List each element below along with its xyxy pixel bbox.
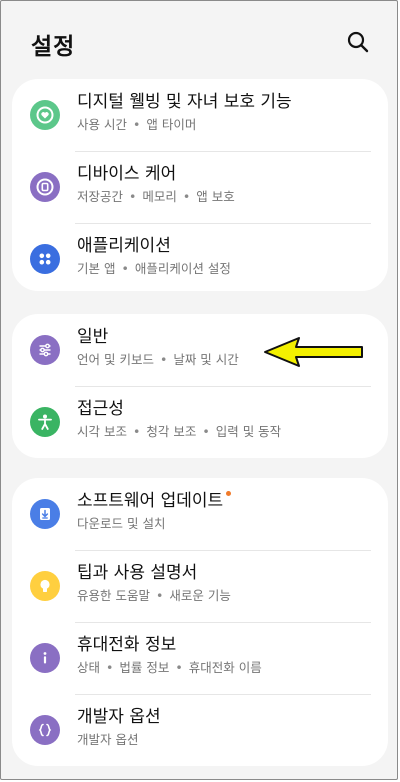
menu-item-subtitle: 메모리 xyxy=(142,189,177,204)
menu-item-phone-info[interactable]: 휴대전화 정보 상태 • 법률 정보 • 휴대전화 이름 xyxy=(12,622,388,694)
software-update-icon xyxy=(30,499,60,529)
menu-item-subtitle: 개발자 옵션 xyxy=(77,732,139,747)
menu-item-accessibility[interactable]: 접근성 시각 보조 • 청각 보조 • 입력 및 동작 xyxy=(12,386,388,458)
settings-group-3: 소프트웨어 업데이트 다운로드 및 설치 팁과 사용 설명서 유용한 도움말 • 새… xyxy=(12,478,388,766)
menu-item-subtitle: 시각 보조 xyxy=(77,424,127,439)
menu-item-device-care[interactable]: 디바이스 케어 저장공간 • 메모리 • 앱 보호 xyxy=(12,151,388,223)
menu-item-applications[interactable]: 애플리케이션 기본 앱 • 애플리케이션 설정 xyxy=(12,223,388,295)
page-title: 설정 xyxy=(31,34,76,60)
menu-item-subtitle: 상태 xyxy=(77,660,101,675)
digital-wellbeing-icon xyxy=(30,100,60,130)
tips-icon xyxy=(30,571,60,601)
menu-item-subtitle: 다운로드 및 설치 xyxy=(77,516,166,531)
menu-item-subtitle: 앱 보호 xyxy=(196,189,235,204)
menu-item-subtitle: 사용 시간 xyxy=(77,117,127,132)
general-management-icon xyxy=(30,335,60,365)
menu-item-title: 개발자 옵션 xyxy=(77,707,161,727)
accessibility-icon xyxy=(30,407,60,437)
menu-item-subtitle: 날짜 및 시간 xyxy=(173,352,239,367)
menu-item-title: 디지털 웰빙 및 자녀 보호 기능 xyxy=(77,92,292,112)
settings-group-1: 디지털 웰빙 및 자녀 보호 기능 사용 시간 • 앱 타이머 디바이스 케어 저장… xyxy=(12,79,388,291)
menu-item-title: 디바이스 케어 xyxy=(77,164,177,184)
apps-icon xyxy=(30,244,60,274)
menu-item-title: 접근성 xyxy=(77,399,124,419)
menu-item-subtitle: 새로운 기능 xyxy=(169,588,231,603)
menu-item-subtitle: 앱 타이머 xyxy=(146,117,197,132)
menu-item-developer-options[interactable]: 개발자 옵션 개발자 옵션 xyxy=(12,694,388,766)
update-badge xyxy=(226,491,232,496)
menu-item-subtitle: 애플리케이션 설정 xyxy=(134,261,231,276)
menu-item-subtitle: 청각 보조 xyxy=(146,424,197,439)
menu-item-subtitle: 저장공간 xyxy=(77,189,124,204)
settings-screen: 설정 디지털 웰빙 및 자녀 보호 기능 사용 시간 • 앱 타이머 디바이스 … xyxy=(0,0,398,780)
header: 설정 xyxy=(1,1,397,81)
pointer-arrow-annotation xyxy=(264,337,363,367)
device-care-icon xyxy=(30,172,60,202)
menu-item-software-update[interactable]: 소프트웨어 업데이트 다운로드 및 설치 xyxy=(12,478,388,550)
menu-item-subtitle: 언어 및 키보드 xyxy=(77,352,154,367)
phone-info-icon xyxy=(30,643,60,673)
developer-options-icon xyxy=(30,715,60,745)
search-icon[interactable] xyxy=(345,29,371,55)
menu-item-title: 휴대전화 정보 xyxy=(77,635,177,655)
menu-item-title: 소프트웨어 업데이트 xyxy=(77,491,224,511)
menu-item-title: 애플리케이션 xyxy=(77,236,171,256)
menu-item-subtitle: 유용한 도움말 xyxy=(77,588,150,603)
menu-item-subtitle: 입력 및 동작 xyxy=(215,424,282,439)
menu-item-subtitle: 휴대전화 이름 xyxy=(188,660,262,675)
menu-item-subtitle: 법률 정보 xyxy=(119,660,170,675)
menu-item-subtitle: 기본 앱 xyxy=(77,261,116,276)
menu-item-tips[interactable]: 팁과 사용 설명서 유용한 도움말 • 새로운 기능 xyxy=(12,550,388,622)
menu-item-digital-wellbeing[interactable]: 디지털 웰빙 및 자녀 보호 기능 사용 시간 • 앱 타이머 xyxy=(12,79,388,151)
menu-item-title: 팁과 사용 설명서 xyxy=(77,563,198,583)
